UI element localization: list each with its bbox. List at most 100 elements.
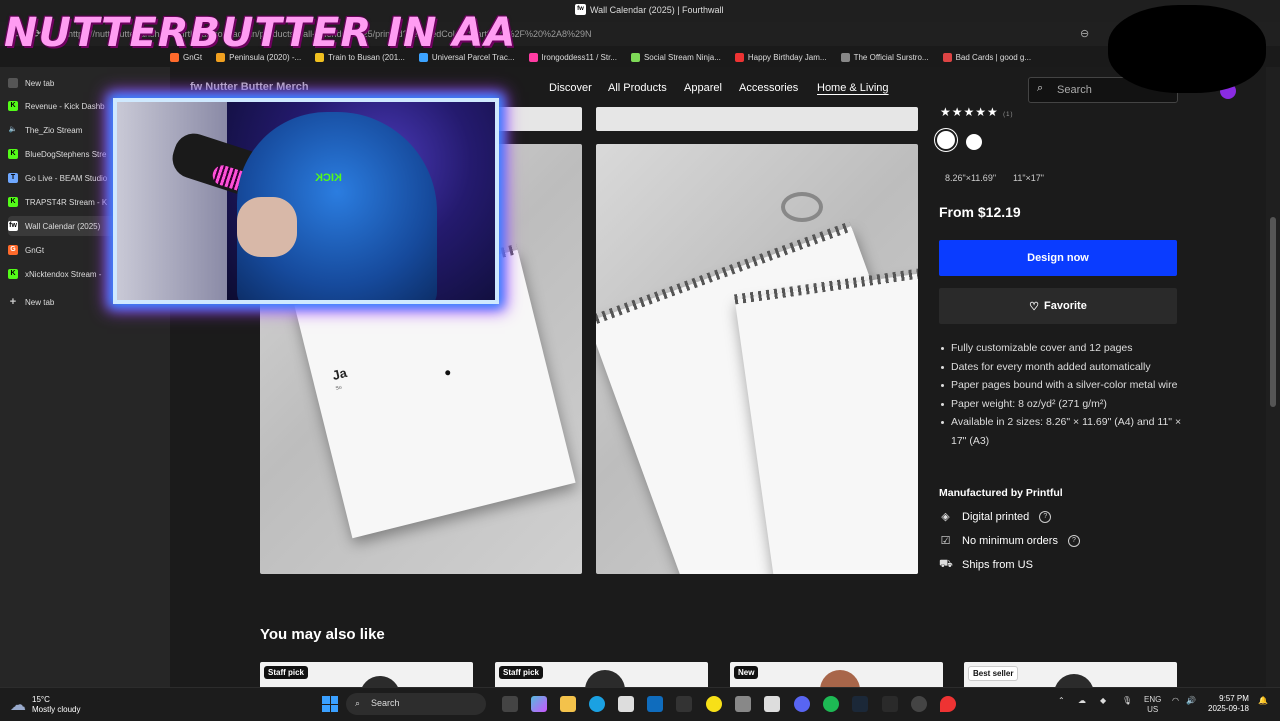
help-icon[interactable]: ? [1067,534,1080,547]
heart-icon: ♡ [1029,300,1040,313]
spotify-icon[interactable] [823,696,839,712]
app-icon[interactable] [940,696,956,712]
bookmark-item[interactable]: The Official Surstro... [840,52,929,62]
size-option-a4[interactable]: 8.26"×11.69" [939,170,1002,186]
product-thumb [820,670,860,687]
app-icon[interactable] [764,696,780,712]
attribute-digital-printed: ◈ Digital printed ? [939,510,1052,523]
kick-icon: K [8,269,18,279]
cloud-icon: ☁ [10,697,26,714]
weather-widget[interactable]: ☁ 15°C Mostly cloudy [10,695,80,715]
webcam-overlay: KICK [113,98,499,304]
bookmark-icon [840,52,850,62]
microphone-icon[interactable]: 🎙 [1122,696,1132,705]
settings-icon[interactable] [911,696,927,712]
webcam-wall [117,102,227,300]
file-explorer-icon[interactable] [560,696,576,712]
feature-item: Paper weight: 8 oz/yd² (271 g/m²) [939,395,1184,414]
feature-list: Fully customizable cover and 12 pages Da… [939,339,1184,450]
scrollbar-thumb[interactable] [1270,217,1276,407]
recommendation-card[interactable]: Staff pick [260,662,473,687]
kick-icon: K [8,149,18,159]
badge-new: New [734,666,759,679]
chevron-up-icon[interactable]: ⌃ [1058,696,1065,705]
tray-app-icon[interactable]: ◆ [1100,696,1106,705]
badge-staff-pick: Staff pick [264,666,309,679]
manufacturer-label: Manufactured by Printful [939,487,1063,499]
task-view-icon[interactable] [502,696,518,712]
bookmark-icon [528,52,538,62]
steam-icon[interactable] [852,696,868,712]
bookmark-item[interactable]: Irongoddess11 / Str... [528,52,617,62]
badge-best-seller: Best seller [968,666,1019,681]
windows-taskbar: ☁ 15°C Mostly cloudy ⌕ Search ⌃ ☁ ◆ 🎙 EN… [0,687,1280,721]
recommendations-title: You may also like [260,626,385,643]
app-icon[interactable] [676,696,692,712]
product-image-calendar-detail[interactable] [596,144,918,574]
product-thumb [360,676,400,687]
volume-icon[interactable]: 🔊 [1186,696,1196,705]
product-thumb [1054,674,1094,687]
page-scrollbar[interactable] [1266,67,1280,687]
feature-item: Fully customizable cover and 12 pages [939,339,1184,358]
bookmark-item[interactable]: Happy Birthday Jam... [734,52,827,62]
epic-games-icon[interactable] [882,696,898,712]
taskbar-search[interactable]: ⌕ Search [346,693,486,715]
gngt-icon: G [8,245,18,255]
outlook-icon[interactable] [647,696,663,712]
kick-icon: K [8,197,18,207]
calendar-month-text: Ja [330,364,349,384]
edge-icon[interactable] [589,696,605,712]
help-icon[interactable]: ? [1039,510,1052,523]
calendar-hole [444,369,451,376]
calendar-hanger [781,192,823,222]
clipboard-check-icon: ☑ [940,535,951,547]
recommendation-card[interactable]: Best seller [964,662,1177,687]
discord-icon[interactable] [794,696,810,712]
language-indicator[interactable]: ENG US [1144,695,1161,715]
size-option-a3[interactable]: 11"×17" [1007,170,1050,186]
nav-apparel[interactable]: Apparel [684,82,722,94]
beam-icon: T [8,173,18,183]
bookmark-item[interactable]: Bad Cards | good g... [942,52,1031,62]
notification-bell-icon[interactable]: 🔔 [1258,696,1268,705]
window-title-text: Wall Calendar (2025) | Fourthwall [590,4,724,15]
wifi-icon[interactable]: ◠ [1172,696,1179,705]
stream-watermark: NUTTERBUTTER IN AA [4,10,517,56]
badge-staff-pick: Staff pick [499,666,544,679]
nav-all-products[interactable]: All Products [608,82,667,94]
copilot-icon[interactable] [531,696,547,712]
nav-discover[interactable]: Discover [549,82,592,94]
attribute-ships-from: ⛟ Ships from US [939,558,1033,571]
product-price: From $12.19 [939,204,1021,220]
recommendation-card[interactable]: Staff pick [495,662,708,687]
color-swatch-white[interactable] [966,134,982,150]
tab-new-tab[interactable]: New tab [8,73,158,93]
system-clock[interactable]: 9:57 PM 2025-09-18 [1208,694,1249,714]
recommendation-card[interactable]: New [730,662,943,687]
product-image[interactable] [596,107,918,131]
webcam-kick-text: KICK [315,172,342,184]
color-swatch-white-selected[interactable] [937,131,955,149]
bookmark-item[interactable]: Social Stream Ninja... [630,52,721,62]
truck-icon: ⛟ [939,558,953,570]
attribute-no-minimum: ☑ No minimum orders ? [939,534,1080,547]
newtab-icon [8,78,18,88]
plus-icon: + [9,296,17,308]
shop-brand[interactable]: fw Nutter Butter Merch [190,81,309,93]
calculator-icon[interactable] [735,696,751,712]
nav-accessories[interactable]: Accessories [739,82,798,94]
windows-start-icon[interactable] [322,696,338,712]
store-icon[interactable] [618,696,634,712]
nav-home-living[interactable]: Home & Living [817,82,889,94]
search-icon: ⌕ [355,698,361,708]
app-icon[interactable] [706,696,722,712]
redaction-blob [1108,5,1266,93]
fourthwall-icon: fw [575,4,586,15]
favorite-button[interactable]: ♡ Favorite [939,288,1177,324]
design-now-button[interactable]: Design now [939,240,1177,276]
cloud-icon[interactable]: ☁ [1078,696,1086,705]
muted-speaker-icon: 🔈 [8,126,18,133]
extension-icon[interactable]: ⊖ [1080,27,1089,40]
feature-item: Dates for every month added automaticall… [939,358,1184,377]
